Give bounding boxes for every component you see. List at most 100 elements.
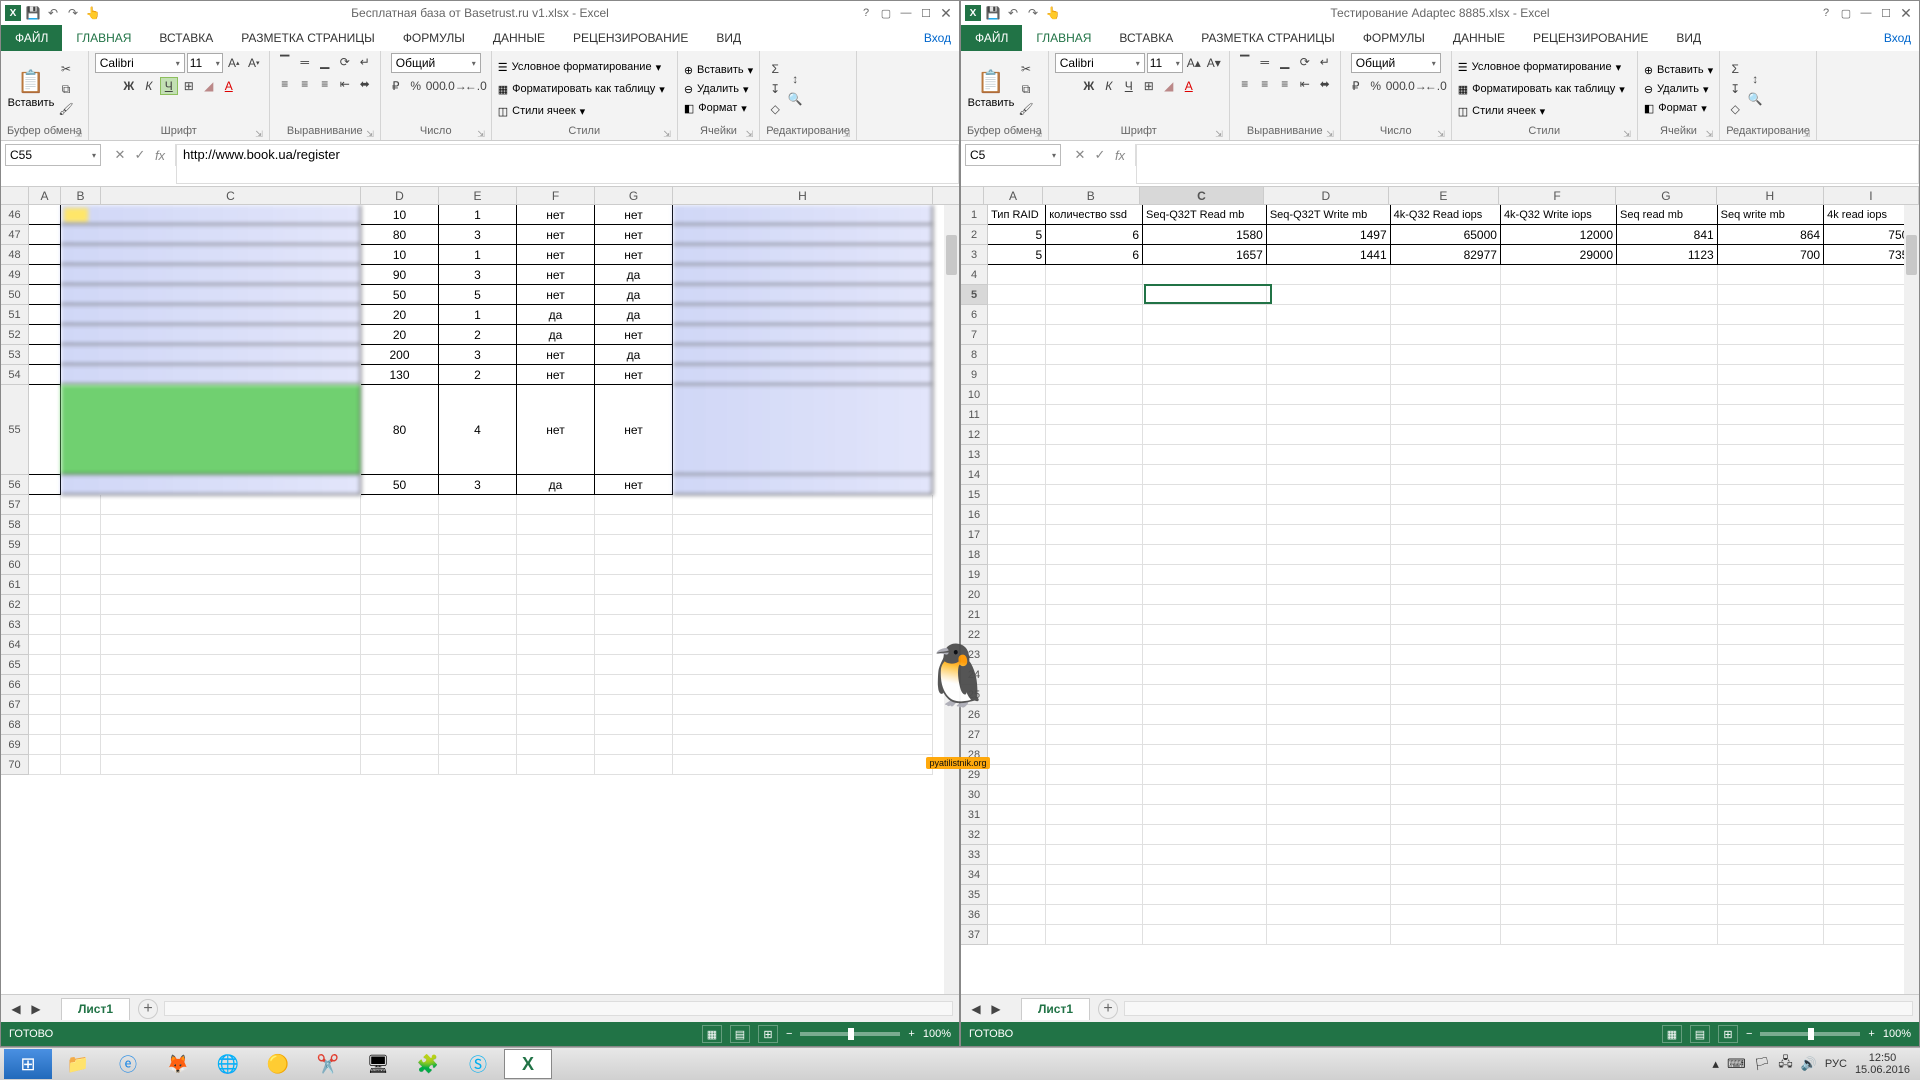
cell[interactable]: [1143, 825, 1267, 845]
cell[interactable]: [1143, 605, 1267, 625]
cell[interactable]: [1718, 685, 1824, 705]
cell[interactable]: [1501, 365, 1617, 385]
font-color-icon[interactable]: A: [1180, 77, 1198, 95]
col-header[interactable]: C: [101, 187, 361, 204]
cell[interactable]: [1718, 485, 1824, 505]
cell[interactable]: [1501, 905, 1617, 925]
merge-cells-icon[interactable]: ⬌: [356, 75, 374, 93]
paste-button[interactable]: 📋Вставить: [7, 59, 55, 119]
cell[interactable]: [1617, 825, 1718, 845]
cell[interactable]: [1046, 845, 1143, 865]
cell[interactable]: [1143, 505, 1267, 525]
tab-review[interactable]: РЕЦЕНЗИРОВАНИЕ: [559, 25, 702, 51]
cell[interactable]: [439, 655, 517, 675]
cell[interactable]: [1617, 905, 1718, 925]
cell[interactable]: [1143, 645, 1267, 665]
cell[interactable]: 10: [361, 205, 439, 225]
cell[interactable]: [61, 655, 101, 675]
cell[interactable]: [988, 365, 1046, 385]
cell[interactable]: 10: [361, 245, 439, 265]
cell[interactable]: 700: [1718, 245, 1824, 265]
excel-logo[interactable]: X: [5, 5, 21, 21]
worksheet-grid[interactable]: A B C D E F G H 46xxxxxxxxxxxx101нетнетx…: [1, 187, 959, 994]
close-button[interactable]: ✕: [937, 5, 955, 21]
increase-decimal-icon[interactable]: .0→: [447, 77, 465, 95]
cell[interactable]: [1267, 765, 1391, 785]
cell[interactable]: [29, 205, 61, 225]
cell[interactable]: да: [517, 475, 595, 495]
cell[interactable]: [1143, 845, 1267, 865]
cell[interactable]: [101, 715, 361, 735]
cell[interactable]: [101, 735, 361, 755]
cell[interactable]: [1143, 565, 1267, 585]
row-header[interactable]: 36: [961, 905, 988, 925]
tab-data[interactable]: ДАННЫЕ: [1439, 25, 1519, 51]
cell[interactable]: [517, 735, 595, 755]
cell[interactable]: 2: [439, 365, 517, 385]
cell[interactable]: [1143, 745, 1267, 765]
align-right-icon[interactable]: ≡: [1276, 75, 1294, 93]
cell[interactable]: [1617, 725, 1718, 745]
cell[interactable]: [1267, 905, 1391, 925]
sheet-tab[interactable]: Лист1: [1021, 998, 1090, 1020]
action-center-icon[interactable]: 🏳: [1754, 1056, 1771, 1072]
cell[interactable]: [1046, 265, 1143, 285]
row-header[interactable]: 53: [1, 345, 29, 365]
cell[interactable]: [1617, 925, 1718, 945]
cell[interactable]: [595, 615, 673, 635]
cell-blurred[interactable]: xxxxxxxxxxxx: [673, 285, 933, 305]
row-header[interactable]: 63: [1, 615, 29, 635]
maximize-button[interactable]: ☐: [917, 5, 935, 21]
fill-color-icon[interactable]: ◢: [1160, 77, 1178, 95]
zoom-level[interactable]: 100%: [923, 1028, 951, 1040]
cell[interactable]: [1143, 485, 1267, 505]
cell[interactable]: [1143, 405, 1267, 425]
cell[interactable]: [1718, 505, 1824, 525]
cell[interactable]: [673, 495, 933, 515]
cell[interactable]: [595, 495, 673, 515]
tab-review[interactable]: РЕЦЕНЗИРОВАНИЕ: [1519, 25, 1662, 51]
cell[interactable]: [1718, 585, 1824, 605]
decrease-decimal-icon[interactable]: ←.0: [467, 77, 485, 95]
cell[interactable]: [61, 615, 101, 635]
align-right-icon[interactable]: ≡: [316, 75, 334, 93]
cell[interactable]: [1046, 325, 1143, 345]
cell[interactable]: 5: [439, 285, 517, 305]
cell-blurred[interactable]: xxxxxxxxxxxx: [61, 225, 361, 245]
cell[interactable]: [1501, 705, 1617, 725]
row-header[interactable]: 37: [961, 925, 988, 945]
cell[interactable]: [673, 535, 933, 555]
cell[interactable]: [29, 345, 61, 365]
cell-blurred[interactable]: xxxxxxxxxxxx: [61, 305, 361, 325]
cell[interactable]: нет: [595, 365, 673, 385]
excel-logo[interactable]: X: [965, 5, 981, 21]
cell[interactable]: [1501, 725, 1617, 745]
undo-icon[interactable]: ↶: [1005, 5, 1021, 21]
cell[interactable]: [1391, 325, 1501, 345]
col-header[interactable]: D: [1264, 187, 1388, 204]
currency-icon[interactable]: ₽: [387, 77, 405, 95]
row-header[interactable]: 31: [961, 805, 988, 825]
cell[interactable]: [29, 285, 61, 305]
cell[interactable]: [673, 735, 933, 755]
cell[interactable]: [988, 885, 1046, 905]
cell[interactable]: [1718, 865, 1824, 885]
cell[interactable]: 1497: [1267, 225, 1391, 245]
row-header[interactable]: 33: [961, 845, 988, 865]
col-header[interactable]: F: [1499, 187, 1616, 204]
col-header[interactable]: F: [517, 187, 595, 204]
row-header[interactable]: 47: [1, 225, 29, 245]
network-icon[interactable]: 🖧: [1778, 1053, 1793, 1075]
cell[interactable]: [1501, 265, 1617, 285]
row-header[interactable]: 2: [961, 225, 988, 245]
decrease-indent-icon[interactable]: ⇤: [336, 75, 354, 93]
cell[interactable]: [1391, 565, 1501, 585]
row-header[interactable]: 18: [961, 545, 988, 565]
cell[interactable]: [1391, 525, 1501, 545]
cell[interactable]: [1391, 345, 1501, 365]
cell[interactable]: [1718, 365, 1824, 385]
font-size-dropdown[interactable]: 11▾: [1147, 53, 1183, 73]
cell[interactable]: [1617, 585, 1718, 605]
cell[interactable]: [361, 755, 439, 775]
select-all-corner[interactable]: [961, 187, 984, 204]
